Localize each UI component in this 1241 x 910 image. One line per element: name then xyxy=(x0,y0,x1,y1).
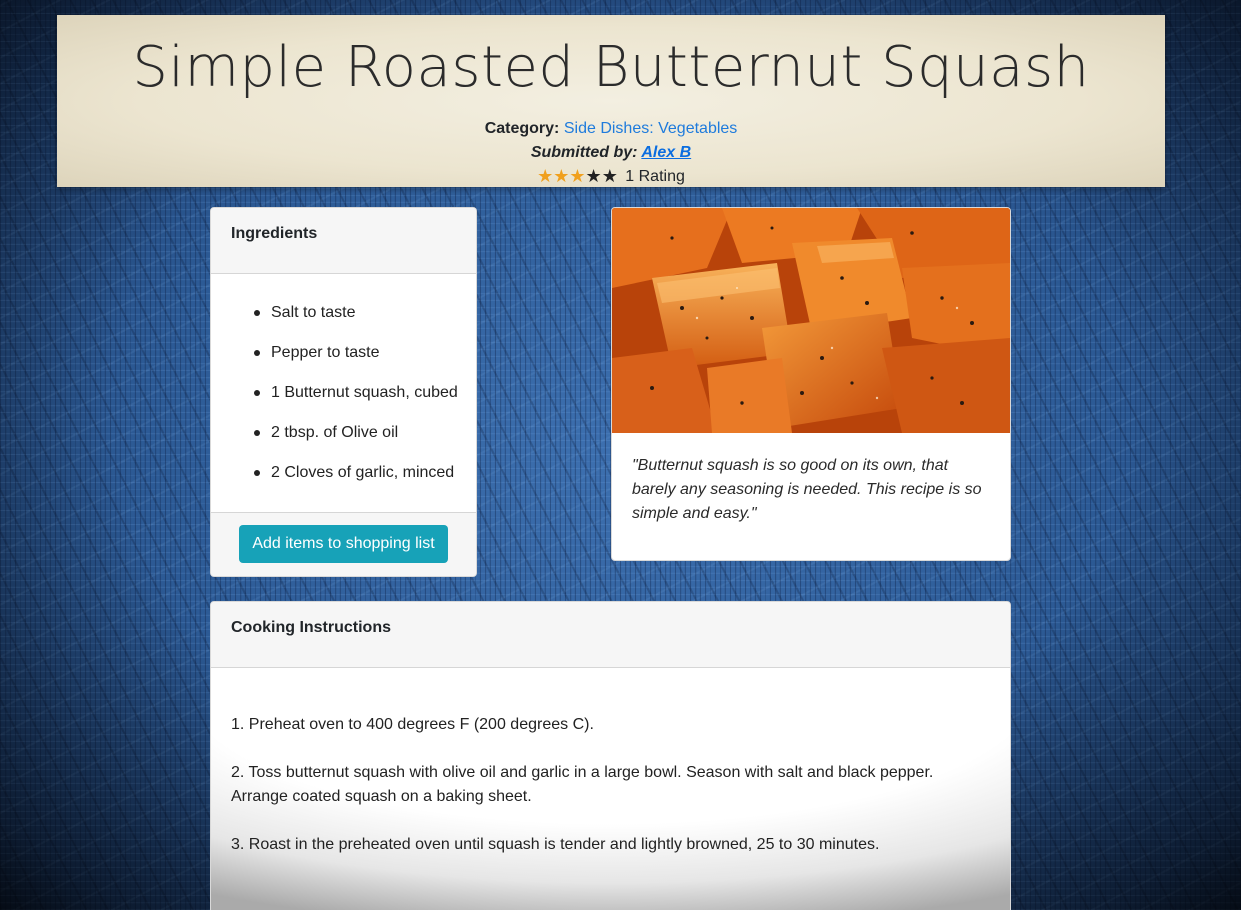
ingredients-footer: Add items to shopping list xyxy=(211,512,476,576)
star-icon: ★ xyxy=(553,166,570,186)
instructions-card: Cooking Instructions 1. Preheat oven to … xyxy=(210,601,1011,910)
star-icon: ★ xyxy=(569,166,586,186)
ingredient-item: 1 Butternut squash, cubed xyxy=(251,374,476,414)
rating: ★★★★★ 1 Rating xyxy=(57,166,1165,186)
rating-count: 1 Rating xyxy=(625,168,685,185)
ingredients-list: Salt to taste Pepper to taste 1 Butternu… xyxy=(211,274,476,494)
squash-photo-illustration xyxy=(612,208,1010,433)
author-link[interactable]: Alex B xyxy=(641,144,691,161)
ingredient-item: 2 Cloves of garlic, minced xyxy=(251,454,476,494)
ingredient-item: Salt to taste xyxy=(251,294,476,334)
star-icon: ★ xyxy=(585,166,602,186)
recipe-quote: "Butternut squash is so good on its own,… xyxy=(632,457,982,522)
ingredient-item: Pepper to taste xyxy=(251,334,476,374)
recipe-header: Simple Roasted Butternut Squash Category… xyxy=(57,15,1165,187)
submitted-label: Submitted by: xyxy=(530,144,638,161)
page-title: Simple Roasted Butternut Squash xyxy=(132,35,1090,100)
ingredients-header: Ingredients xyxy=(211,208,476,274)
ingredient-item: 2 tbsp. of Olive oil xyxy=(251,414,476,454)
add-to-shopping-list-button[interactable]: Add items to shopping list xyxy=(239,525,448,563)
star-icon: ★ xyxy=(537,166,554,186)
instructions-body: 1. Preheat oven to 400 degrees F (200 de… xyxy=(211,668,1010,910)
submitted-line: Submitted by: Alex B xyxy=(57,144,1165,162)
photo-card: "Butternut squash is so good on its own,… xyxy=(611,207,1011,561)
star-icon: ★ xyxy=(601,166,618,186)
category-label: Category: xyxy=(484,120,560,137)
instruction-step: 3. Roast in the preheated oven until squ… xyxy=(231,836,880,853)
ingredients-card: Ingredients Salt to taste Pepper to tast… xyxy=(210,207,477,577)
instruction-step: 2. Toss butternut squash with olive oil … xyxy=(231,764,934,805)
instruction-step: 1. Preheat oven to 400 degrees F (200 de… xyxy=(231,716,594,733)
category-line: Category: Side Dishes: Vegetables xyxy=(57,120,1165,138)
instructions-header: Cooking Instructions xyxy=(211,602,1010,668)
recipe-photo xyxy=(612,208,1010,433)
category-link[interactable]: Side Dishes: Vegetables xyxy=(564,120,737,137)
